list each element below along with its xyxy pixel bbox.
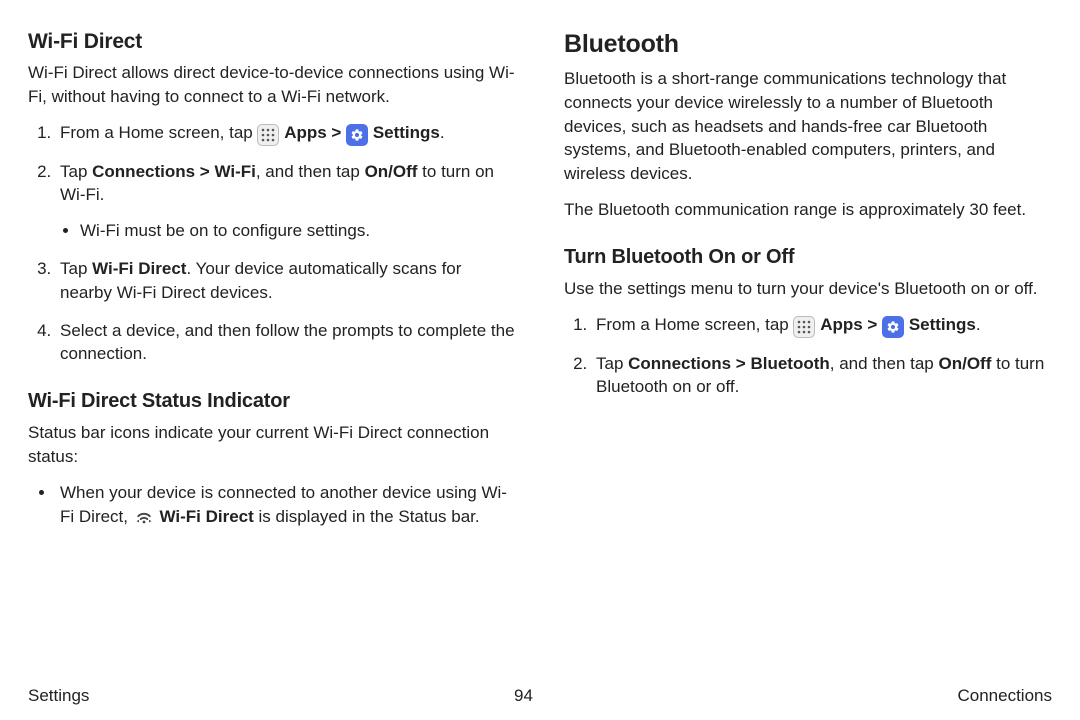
apps-label: Apps <box>284 123 327 142</box>
footer-right: Connections <box>957 686 1052 706</box>
step-2: Tap Connections > Wi-Fi, and then tap On… <box>56 160 516 243</box>
settings-label: Settings <box>373 123 440 142</box>
step-3: Tap Wi-Fi Direct. Your device automatica… <box>56 257 516 305</box>
footer: Settings 94 Connections <box>28 686 1052 706</box>
settings-label: Settings <box>909 315 976 334</box>
apps-icon <box>257 124 279 146</box>
bt-step-1: From a Home screen, tap Apps > Settings. <box>592 313 1052 338</box>
step-2-sublist: Wi-Fi must be on to configure settings. <box>60 219 516 243</box>
heading-wifi-direct: Wi-Fi Direct <box>28 30 516 54</box>
gear-icon <box>346 124 368 146</box>
heading-turn-bluetooth: Turn Bluetooth On or Off <box>564 246 1052 269</box>
apps-label: Apps <box>820 315 863 334</box>
page-number: 94 <box>514 686 533 706</box>
paragraph-wifi-status: Status bar icons indicate your current W… <box>28 421 516 469</box>
paragraph-wifi-direct-intro: Wi-Fi Direct allows direct device-to-dev… <box>28 61 516 109</box>
apps-icon <box>793 316 815 338</box>
wifi-direct-steps: From a Home screen, tap Apps > Settings.… <box>28 121 516 367</box>
bluetooth-steps: From a Home screen, tap Apps > Settings.… <box>564 313 1052 400</box>
right-column: Bluetooth Bluetooth is a short-range com… <box>564 30 1052 538</box>
gear-icon <box>882 316 904 338</box>
wifi-direct-icon <box>133 506 155 528</box>
step-4: Select a device, and then follow the pro… <box>56 319 516 367</box>
step-2-sub-item: Wi-Fi must be on to configure settings. <box>80 219 516 243</box>
heading-bluetooth: Bluetooth <box>564 30 1052 59</box>
paragraph-bluetooth-intro: Bluetooth is a short-range communication… <box>564 67 1052 186</box>
step-1: From a Home screen, tap Apps > Settings. <box>56 121 516 146</box>
paragraph-bluetooth-range: The Bluetooth communication range is app… <box>564 198 1052 222</box>
heading-wifi-status: Wi-Fi Direct Status Indicator <box>28 390 516 413</box>
paragraph-turn-bluetooth: Use the settings menu to turn your devic… <box>564 277 1052 301</box>
wifi-status-bullet: When your device is connected to another… <box>56 481 516 529</box>
left-column: Wi-Fi Direct Wi-Fi Direct allows direct … <box>28 30 516 538</box>
bt-step-2: Tap Connections > Bluetooth, and then ta… <box>592 352 1052 400</box>
footer-left: Settings <box>28 686 89 706</box>
wifi-status-list: When your device is connected to another… <box>28 481 516 529</box>
